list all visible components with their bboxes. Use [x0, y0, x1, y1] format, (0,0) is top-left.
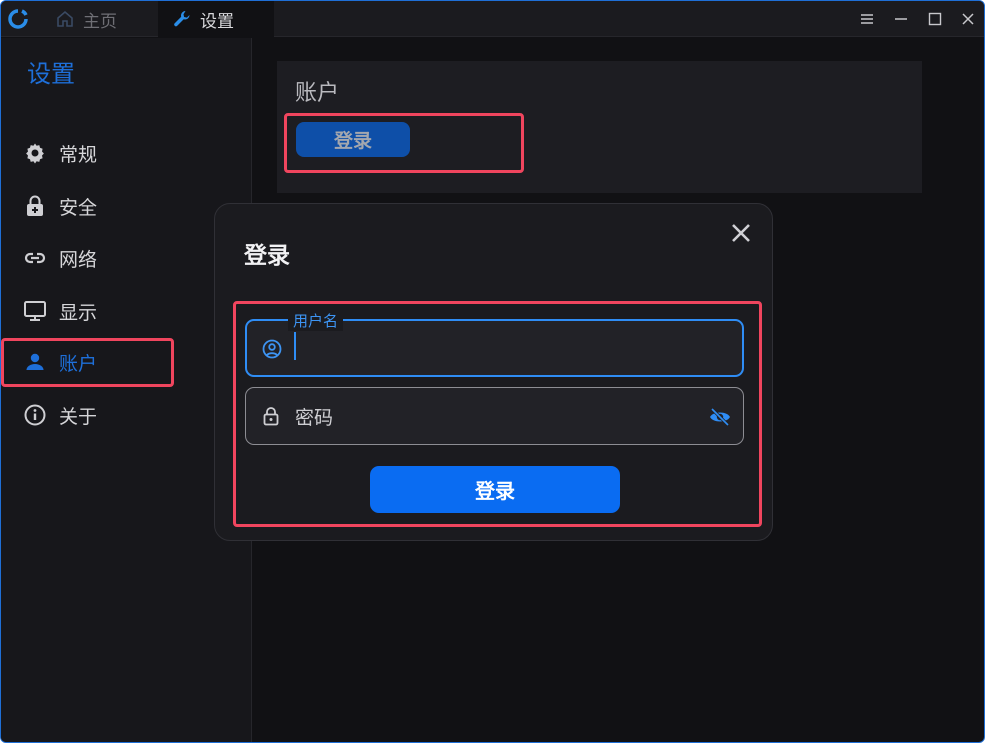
gear-icon	[26, 143, 44, 164]
account-circle-icon	[262, 339, 282, 359]
close-icon	[962, 13, 974, 25]
sidebar-title: 设置	[27, 60, 75, 88]
tab-home[interactable]: 主页	[41, 1, 131, 37]
open-login-button[interactable]: 登录	[296, 122, 410, 157]
maximize-button[interactable]	[925, 9, 945, 29]
app-window: 主页 设置 设置 常规 安全 网络 显示 账户 关于 账户 登录 登录 用户名 …	[0, 0, 985, 743]
lock-icon	[263, 407, 279, 426]
tab-settings[interactable]: 设置	[158, 1, 274, 37]
sidebar-item-general[interactable]: 常规	[23, 138, 97, 168]
sidebar-item-security[interactable]: 安全	[23, 191, 97, 221]
sidebar-item-about[interactable]: 关于	[23, 400, 97, 430]
sidebar-item-label: 常规	[59, 143, 98, 166]
tab-home-label: 主页	[83, 11, 117, 32]
eye-off-icon[interactable]	[708, 405, 732, 429]
login-dialog: 登录 用户名 密码 登录	[214, 203, 773, 541]
sidebar-item-label: 账户	[59, 352, 98, 375]
login-submit-button[interactable]: 登录	[370, 466, 620, 513]
sidebar-item-label: 安全	[59, 196, 98, 219]
close-window-button[interactable]	[958, 9, 978, 29]
menu-icon	[861, 14, 873, 24]
maximize-icon	[928, 12, 942, 26]
username-field[interactable]: 用户名	[245, 310, 744, 377]
minimize-icon	[895, 18, 907, 20]
info-icon	[24, 404, 46, 426]
wrench-icon	[174, 11, 190, 27]
password-placeholder: 密码	[295, 407, 334, 429]
sidebar-item-account[interactable]: 账户	[23, 347, 97, 377]
tab-settings-label: 设置	[200, 11, 234, 32]
app-logo-icon	[8, 9, 28, 29]
dialog-close-icon[interactable]	[728, 220, 754, 246]
username-label: 用户名	[288, 310, 344, 331]
lock-plus-icon	[27, 195, 43, 216]
sidebar-item-label: 关于	[59, 405, 98, 428]
sidebar-item-label: 显示	[59, 301, 98, 324]
person-icon	[26, 353, 44, 370]
text-caret	[294, 332, 296, 360]
minimize-button[interactable]	[891, 9, 911, 29]
title-bar: 主页 设置	[1, 1, 984, 37]
account-card: 账户 登录	[277, 61, 922, 193]
dialog-title: 登录	[244, 243, 290, 269]
sidebar-item-label: 网络	[59, 248, 98, 271]
sidebar-item-network[interactable]: 网络	[23, 243, 97, 273]
password-field[interactable]: 密码	[245, 387, 744, 445]
sidebar-item-display[interactable]: 显示	[23, 296, 97, 326]
menu-button[interactable]	[857, 9, 877, 29]
monitor-icon	[24, 301, 46, 321]
home-icon	[57, 10, 73, 27]
account-card-title: 账户	[295, 81, 340, 106]
link-icon	[24, 252, 46, 264]
